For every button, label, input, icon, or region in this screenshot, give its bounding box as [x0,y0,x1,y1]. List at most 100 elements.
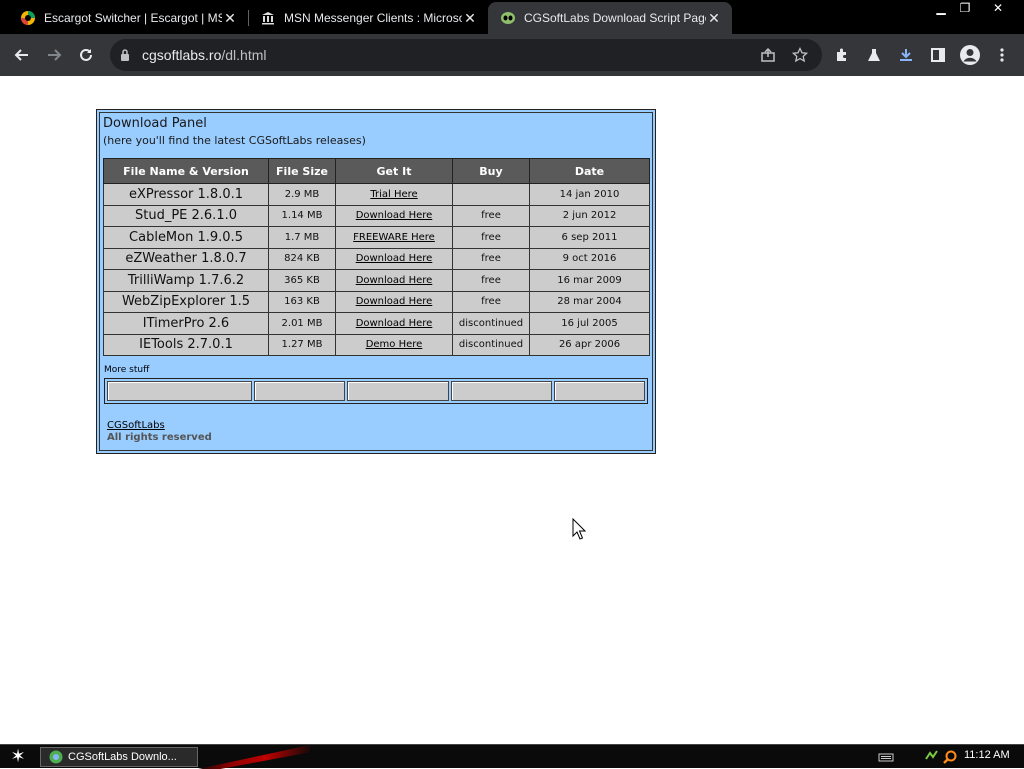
panel-title: Download Panel [103,116,207,131]
taskbar: ✶ CGSoftLabs Downlo... 11:12 AM [0,744,1024,769]
forward-icon[interactable] [42,43,66,67]
back-icon[interactable] [10,43,34,67]
column-header: File Size [268,158,336,184]
file-name-cell: IETools 2.7.0.1 [103,333,269,356]
empty-cell [450,381,553,401]
network-icon[interactable] [924,749,940,765]
table-row: TrilliWamp 1.7.6.2 365 KB Download Here fre… [103,269,650,292]
tab-title: Escargot Switcher | Escargot | MSN [44,11,222,25]
file-size-cell: 1.14 MB [268,204,336,227]
copyright-note: All rights reserved [107,432,212,443]
reload-icon[interactable] [74,43,98,67]
date-cell: 28 mar 2004 [529,290,650,313]
file-size-cell: 365 KB [268,269,336,292]
cgsoftlabs-favicon-icon [500,10,516,26]
restore-icon[interactable]: ❐ [952,0,978,18]
more-stuff-row [104,378,648,404]
download-link[interactable]: Download Here [356,318,433,329]
minimize-icon[interactable]: ▁ [928,0,954,18]
buy-cell: discontinued [452,333,530,356]
date-cell: 9 oct 2016 [529,247,650,270]
file-name-cell: WebZipExplorer 1.5 [103,290,269,313]
empty-cell [554,381,645,401]
escargot-favicon-icon [20,10,36,26]
tab-title: CGSoftLabs Download Script Page [524,11,706,25]
panel-subtitle: (here you'll find the latest CGSoftLabs … [103,134,366,147]
extensions-icon[interactable] [830,43,854,67]
tab-strip: Escargot Switcher | Escargot | MSN ✕ MSN… [0,0,1024,34]
file-size-cell: 824 KB [268,247,336,270]
buy-cell: free [452,204,530,227]
file-size-cell: 2.9 MB [268,183,336,206]
download-panel: Download Panel (here you'll find the lat… [96,109,656,454]
date-cell: 2 jun 2012 [529,204,650,227]
tab-close-icon[interactable]: ✕ [462,10,478,27]
table-header-row: File Name & Version File Size Get It Buy… [103,158,650,184]
download-link[interactable]: Download Here [356,296,433,307]
taskbar-window-button[interactable]: CGSoftLabs Downlo... [40,747,198,767]
labs-flask-icon[interactable] [862,43,886,67]
tab-msn-messenger-clients[interactable]: MSN Messenger Clients : Microsoft ✕ [248,2,488,34]
buy-cell: free [452,247,530,270]
download-link[interactable]: Download Here [356,275,433,286]
table-row: CableMon 1.9.0.5 1.7 MB FREEWARE Here free 6… [103,226,650,249]
browser-toolbar: cgsoftlabs.ro/dl.html [0,34,1024,76]
buy-cell [452,183,530,206]
url-path: /dl.html [221,47,267,63]
address-bar[interactable]: cgsoftlabs.ro/dl.html [110,39,822,71]
start-star-icon[interactable]: ✶ [6,746,30,768]
table-row: eXPressor 1.8.0.1 2.9 MB Trial Here 14 jan … [103,183,650,206]
url-text: cgsoftlabs.ro/dl.html [142,47,267,63]
file-name-cell: ITimerPro 2.6 [103,312,269,335]
downloads-table: File Name & Version File Size Get It Buy… [103,158,650,356]
keyboard-icon[interactable] [878,749,894,765]
download-link[interactable]: Trial Here [370,189,417,200]
table-row: IETools 2.7.0.1 1.27 MB Demo Here discontin… [103,333,650,356]
buy-cell: free [452,226,530,249]
file-name-cell: Stud_PE 2.6.1.0 [103,204,269,227]
date-cell: 26 apr 2006 [529,333,650,356]
share-icon[interactable] [756,43,780,67]
download-link[interactable]: Download Here [356,210,433,221]
column-header: Get It [335,158,453,184]
close-window-icon[interactable]: ✕ [985,0,1011,18]
get-it-cell: Download Here [335,290,453,313]
column-header: Date [529,158,650,184]
get-it-cell: Demo Here [335,333,453,356]
file-size-cell: 163 KB [268,290,336,313]
download-link[interactable]: FREEWARE Here [353,232,435,243]
lock-icon[interactable] [120,47,130,66]
empty-cell [254,381,346,401]
download-link[interactable]: Download Here [356,253,433,264]
bookmark-star-icon[interactable] [788,43,812,67]
table-row: WebZipExplorer 1.5 163 KB Download Here fre… [103,290,650,313]
taskbar-clock: 11:12 AM [964,749,1010,761]
menu-kebab-icon[interactable] [990,43,1014,67]
file-name-cell: eZWeather 1.8.0.7 [103,247,269,270]
tab-cgsoftlabs-download[interactable]: CGSoftLabs Download Script Page ✕ [488,2,732,34]
tab-escargot-switcher[interactable]: Escargot Switcher | Escargot | MSN ✕ [8,2,248,34]
file-name-cell: CableMon 1.9.0.5 [103,226,269,249]
tab-close-icon[interactable]: ✕ [222,10,238,27]
column-header: Buy [452,158,530,184]
get-it-cell: Trial Here [335,183,453,206]
tab-close-icon[interactable]: ✕ [706,10,722,27]
profile-avatar-icon[interactable] [958,43,982,67]
table-row: ITimerPro 2.6 2.01 MB Download Here discont… [103,312,650,335]
download-link[interactable]: Demo Here [366,339,423,350]
download-icon[interactable] [894,43,918,67]
get-it-cell: Download Here [335,247,453,270]
side-panel-icon[interactable] [926,43,950,67]
cgsoftlabs-link[interactable]: CGSoftLabs [107,420,165,431]
search-magnifier-icon[interactable] [942,749,958,765]
file-name-cell: TrilliWamp 1.7.6.2 [103,269,269,292]
table-row: Stud_PE 2.6.1.0 1.14 MB Download Here free 2… [103,204,650,227]
date-cell: 14 jan 2010 [529,183,650,206]
empty-cell [347,381,449,401]
taskbar-decoration [198,745,310,769]
column-header: File Name & Version [103,158,269,184]
file-size-cell: 1.7 MB [268,226,336,249]
buy-cell: free [452,269,530,292]
chrome-app-icon [49,750,63,764]
file-size-cell: 2.01 MB [268,312,336,335]
